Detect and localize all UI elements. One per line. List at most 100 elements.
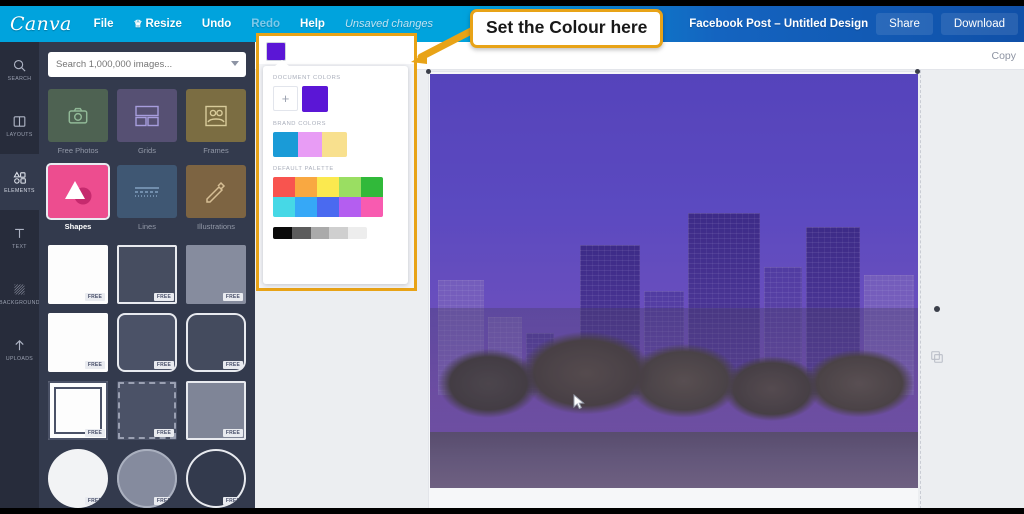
layouts-icon: [12, 114, 27, 129]
sidebar-item-elements-label: ELEMENTS: [4, 188, 35, 194]
menu-item-file-label: File: [93, 18, 114, 30]
shape-item[interactable]: FREE: [117, 313, 177, 372]
shape-item[interactable]: FREE: [186, 313, 246, 372]
menu-item-resize-label: Resize: [145, 18, 182, 30]
menu-item-redo-label: Redo: [251, 18, 281, 30]
brand-colors-title: BRAND COLORS: [273, 121, 326, 127]
menu-item-undo-label: Undo: [201, 18, 232, 30]
share-button[interactable]: Share: [876, 13, 933, 35]
menu-item-file[interactable]: File: [94, 18, 114, 30]
palette-swatch[interactable]: [273, 197, 295, 217]
free-badge: FREE: [222, 429, 243, 437]
color-picker-card: DOCUMENT COLORS + BRAND COLORS DEFAULT P…: [263, 60, 408, 284]
canva-logo[interactable]: Canva: [10, 13, 72, 35]
current-color-swatch[interactable]: [266, 42, 286, 61]
category-shapes[interactable]: Shapes: [46, 163, 110, 231]
free-badge: FREE: [153, 497, 174, 505]
shape-item[interactable]: FREE: [186, 245, 246, 304]
free-badge: FREE: [153, 293, 174, 301]
document-title[interactable]: Facebook Post – Untitled Design: [689, 18, 868, 30]
grayscale-swatch[interactable]: [348, 227, 367, 239]
shape-item[interactable]: FREE: [48, 313, 108, 372]
menu-item-undo[interactable]: Undo: [202, 18, 231, 30]
brand-color-swatch[interactable]: [297, 132, 323, 157]
category-label: Free Photos: [57, 146, 99, 155]
canva-editor: Canva File ♕ Resize Undo Redo Help Unsave…: [0, 0, 1024, 514]
default-palette: [273, 177, 383, 217]
design-canvas[interactable]: ⟳: [426, 69, 920, 514]
grayscale-swatch[interactable]: [273, 227, 292, 239]
category-label: Illustrations: [197, 222, 235, 231]
menu-item-resize[interactable]: ♕ Resize: [133, 18, 181, 30]
elements-panel: Free Photos Grids Frames: [39, 42, 255, 514]
palette-swatch[interactable]: [295, 177, 317, 197]
shape-item[interactable]: FREE: [186, 381, 246, 440]
category-illustrations[interactable]: Illustrations: [186, 165, 246, 231]
palette-swatch[interactable]: [339, 177, 361, 197]
sidebar-item-text-label: TEXT: [12, 244, 27, 250]
canvas-photo[interactable]: [430, 74, 918, 490]
menu-item-help[interactable]: Help: [300, 18, 325, 30]
resize-handle-tr[interactable]: [915, 69, 920, 74]
palette-swatch[interactable]: [317, 197, 339, 217]
shape-item[interactable]: FREE: [48, 449, 108, 508]
palette-row-2: [273, 197, 383, 217]
shape-item[interactable]: FREE: [117, 449, 177, 508]
resize-handle-tl[interactable]: [426, 69, 431, 74]
duplicate-icon[interactable]: [927, 350, 947, 364]
sidebar-item-uploads[interactable]: UPLOADS: [0, 322, 39, 378]
palette-swatch[interactable]: [361, 197, 383, 217]
cursor-arrow-icon: [573, 393, 585, 415]
search-input[interactable]: [56, 59, 238, 70]
sidebar-item-text[interactable]: TEXT: [0, 210, 39, 266]
selection-dot[interactable]: [927, 306, 947, 312]
sidebar-item-background[interactable]: BACKGROUND: [0, 266, 39, 322]
sidebar-item-search[interactable]: SEARCH: [0, 42, 39, 98]
sidebar-item-uploads-label: UPLOADS: [5, 356, 34, 362]
palette-swatch[interactable]: [273, 177, 295, 197]
shape-item[interactable]: FREE: [186, 449, 246, 508]
category-lines[interactable]: Lines: [117, 165, 177, 231]
copy-button[interactable]: Copy: [991, 50, 1016, 62]
sidebar-item-background-label: BACKGROUND: [0, 300, 40, 306]
palette-swatch[interactable]: [317, 177, 339, 197]
grayscale-swatch[interactable]: [291, 227, 311, 239]
search-input-wrapper[interactable]: [48, 52, 246, 77]
category-label: Shapes: [64, 222, 92, 231]
palette-swatch[interactable]: [295, 197, 317, 217]
brand-color-swatch[interactable]: [322, 132, 347, 157]
category-free-photos[interactable]: Free Photos: [48, 89, 108, 155]
chevron-down-icon[interactable]: [231, 61, 239, 66]
document-color-swatch[interactable]: [302, 86, 328, 112]
sidebar-item-layouts-label: LAYOUTS: [6, 132, 33, 138]
add-color-button[interactable]: +: [273, 86, 298, 111]
free-badge: FREE: [153, 429, 174, 437]
free-badge: FREE: [222, 293, 243, 301]
menu-item-redo[interactable]: Redo: [251, 18, 280, 30]
brand-color-swatch[interactable]: [273, 132, 298, 157]
category-label: Lines: [138, 222, 156, 231]
sidebar-rail: SEARCH LAYOUTS ELEMENTS TEXT BACKGROUND …: [0, 42, 39, 514]
shape-item[interactable]: FREE: [48, 381, 108, 440]
grayscale-swatch[interactable]: [310, 227, 330, 239]
shape-item[interactable]: FREE: [117, 381, 177, 440]
shapes-icon: [65, 180, 92, 204]
grayscale-row: [273, 227, 367, 239]
sidebar-item-elements[interactable]: ELEMENTS: [0, 154, 39, 210]
download-button[interactable]: Download: [940, 13, 1018, 35]
grid-icon: [135, 105, 159, 126]
sidebar-item-search-label: SEARCH: [7, 76, 32, 82]
shapes-grid: FREE FREE FREE FREE FREE FREE FREE FREE …: [48, 245, 246, 508]
category-frames[interactable]: Frames: [186, 89, 246, 155]
document-colors-title: DOCUMENT COLORS: [273, 75, 341, 81]
palette-swatch[interactable]: [339, 197, 361, 217]
category-thumb: [186, 89, 246, 142]
palette-row-1: [273, 177, 383, 197]
category-thumb: [117, 165, 177, 218]
shape-item[interactable]: FREE: [117, 245, 177, 304]
shape-item[interactable]: FREE: [48, 245, 108, 304]
grayscale-swatch[interactable]: [329, 227, 349, 239]
palette-swatch[interactable]: [361, 177, 383, 197]
category-grids[interactable]: Grids: [117, 89, 177, 155]
sidebar-item-layouts[interactable]: LAYOUTS: [0, 98, 39, 154]
